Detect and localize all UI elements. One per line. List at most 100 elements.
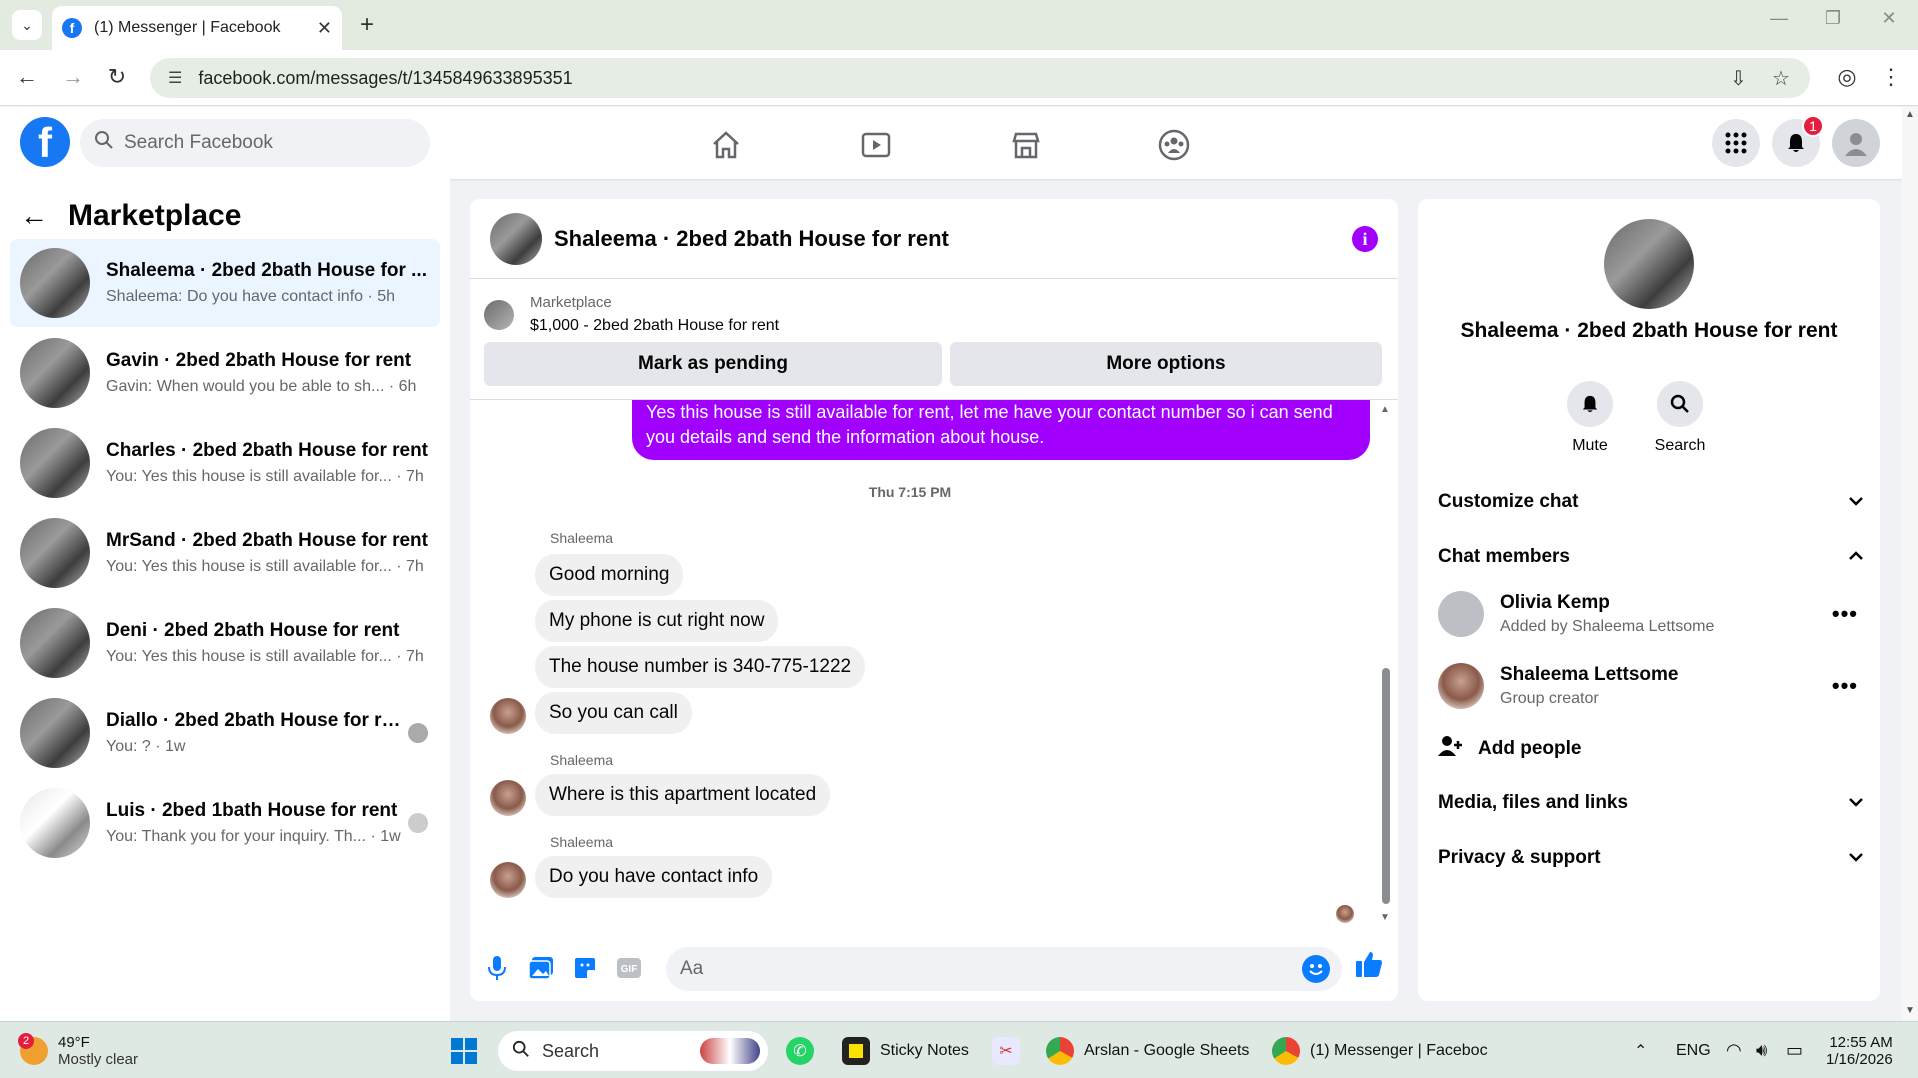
search-chat-button[interactable]: Search xyxy=(1640,381,1720,455)
conversation-item[interactable]: Luis · 2bed 1bath House for rent You: Tha… xyxy=(10,779,440,867)
sticker-icon[interactable] xyxy=(570,953,600,983)
scroll-up-icon[interactable]: ▲ xyxy=(1380,404,1390,415)
video-icon[interactable] xyxy=(856,125,896,165)
browser-tab-bar: ⌄ f (1) Messenger | Facebook ✕ + — ❐ ✕ xyxy=(0,0,1918,50)
emoji-icon[interactable] xyxy=(1302,955,1330,983)
listing-thumbnail xyxy=(20,788,90,858)
mark-as-pending-button[interactable]: Mark as pending xyxy=(484,342,942,386)
marketplace-listing-banner[interactable]: Marketplace $1,000 - 2bed 2bath House fo… xyxy=(484,294,779,335)
sender-avatar[interactable] xyxy=(490,862,526,898)
incoming-message[interactable]: So you can call xyxy=(535,692,692,734)
media-files-links-section[interactable]: Media, files and links xyxy=(1438,792,1868,814)
conversation-item[interactable]: Shaleema · 2bed 2bath House for ... Shale… xyxy=(10,239,440,327)
tab-close-icon[interactable]: ✕ xyxy=(317,18,332,39)
clock[interactable]: 12:55 AM 1/16/2026 xyxy=(1826,1022,1893,1078)
conversation-item[interactable]: Diallo · 2bed 2bath House for rent You: ?… xyxy=(10,689,440,777)
info-icon[interactable]: i xyxy=(1352,226,1378,252)
chat-members-section[interactable]: Chat members xyxy=(1438,546,1868,568)
conversation-preview: You: Yes this house is still available f… xyxy=(106,468,424,485)
privacy-support-section[interactable]: Privacy & support xyxy=(1438,847,1868,869)
microphone-icon[interactable] xyxy=(482,953,512,983)
new-tab-plus-icon[interactable]: + xyxy=(352,10,382,40)
message-input[interactable]: Aa xyxy=(666,947,1342,991)
wifi-icon[interactable]: ◠ xyxy=(1726,1022,1742,1078)
incoming-message[interactable]: Do you have contact info xyxy=(535,856,773,898)
chat-avatar[interactable] xyxy=(490,212,542,265)
minimize-icon[interactable]: — xyxy=(1764,8,1794,29)
scrollbar-thumb[interactable] xyxy=(1382,668,1390,904)
profile-icon[interactable]: ◎ xyxy=(1832,64,1862,90)
scroll-down-icon[interactable]: ▼ xyxy=(1905,1005,1915,1016)
section-label: Media, files and links xyxy=(1438,792,1629,813)
chat-avatar-large xyxy=(1604,219,1694,309)
weather-widget[interactable]: 2 49°F Mostly clear xyxy=(18,1022,138,1078)
back-arrow-icon[interactable]: ← xyxy=(20,200,48,232)
marketplace-label: Marketplace xyxy=(530,294,612,311)
outgoing-message[interactable]: Yes this house is still available for re… xyxy=(632,400,1370,460)
facebook-logo-icon[interactable]: f xyxy=(20,117,70,167)
member-item[interactable]: Shaleema Lettsome Group creator ••• xyxy=(1438,663,1868,709)
windows-taskbar: 2 49°F Mostly clear Search ✆ Sticky Note… xyxy=(0,1021,1918,1078)
more-options-button[interactable]: More options xyxy=(950,342,1382,386)
conversation-name: Diallo · 2bed 2bath House for rent xyxy=(106,710,408,731)
tab-search-chevron-icon[interactable]: ⌄ xyxy=(12,10,42,40)
menu-grid-icon[interactable] xyxy=(1712,119,1760,167)
restore-icon[interactable]: ❐ xyxy=(1818,8,1848,29)
bookmark-star-icon[interactable]: ☆ xyxy=(1772,66,1790,91)
install-app-icon[interactable]: ⇩ xyxy=(1730,66,1747,91)
language-indicator[interactable]: ENG xyxy=(1676,1022,1711,1078)
close-window-icon[interactable]: ✕ xyxy=(1874,8,1904,29)
add-people-button[interactable]: Add people xyxy=(1438,735,1868,763)
photo-icon[interactable] xyxy=(526,953,556,983)
account-avatar[interactable] xyxy=(1832,119,1880,167)
start-button[interactable] xyxy=(450,1022,478,1078)
marketplace-icon[interactable] xyxy=(1006,125,1046,165)
more-options-icon[interactable]: ••• xyxy=(1832,673,1858,699)
conversation-item[interactable]: MrSand · 2bed 2bath House for rent You: Y… xyxy=(10,509,440,597)
sender-avatar[interactable] xyxy=(490,780,526,816)
show-hidden-icons[interactable]: ⌃ xyxy=(1634,1022,1647,1078)
customize-chat-section[interactable]: Customize chat xyxy=(1438,491,1868,513)
facebook-search-input[interactable]: Search Facebook xyxy=(80,119,430,167)
incoming-message[interactable]: My phone is cut right now xyxy=(535,600,779,642)
chat-title[interactable]: Shaleema · 2bed 2bath House for rent xyxy=(554,226,949,252)
browser-menu-icon[interactable]: ⋮ xyxy=(1876,64,1906,90)
chat-scrollbar[interactable]: ▲ ▼ xyxy=(1378,400,1394,930)
scroll-up-icon[interactable]: ▲ xyxy=(1905,109,1915,120)
incoming-message[interactable]: Good morning xyxy=(535,554,684,596)
snipping-tool-taskbar-icon[interactable]: ✂ xyxy=(992,1022,1030,1078)
volume-icon[interactable]: 🔊︎ xyxy=(1756,1022,1767,1078)
sender-avatar[interactable] xyxy=(490,698,526,734)
conversation-item[interactable]: Gavin · 2bed 2bath House for rent Gavin: … xyxy=(10,329,440,417)
url-input[interactable]: ☰ facebook.com/messages/t/13458496338953… xyxy=(150,58,1810,98)
listing-thumbnail xyxy=(20,698,90,768)
url-text: facebook.com/messages/t/1345849633895351 xyxy=(198,67,573,88)
browser-tab-messenger[interactable]: f (1) Messenger | Facebook ✕ xyxy=(52,6,342,50)
incoming-message[interactable]: The house number is 340-775-1222 xyxy=(535,646,866,688)
forward-arrow-icon[interactable]: → xyxy=(58,64,88,90)
reload-icon[interactable]: ↻ xyxy=(102,64,132,90)
member-item[interactable]: Olivia Kemp Added by Shaleema Lettsome •… xyxy=(1438,591,1868,637)
scroll-down-icon[interactable]: ▼ xyxy=(1380,912,1390,923)
back-arrow-icon[interactable]: ← xyxy=(12,64,42,90)
snipping-tool-icon: ✂ xyxy=(992,1036,1020,1065)
battery-icon[interactable]: ▭ xyxy=(1786,1022,1803,1078)
conversation-item[interactable]: Deni · 2bed 2bath House for rent You: Yes… xyxy=(10,599,440,687)
taskbar-search-label: Search xyxy=(542,1040,600,1061)
site-settings-icon[interactable]: ☰ xyxy=(168,68,182,88)
mute-button[interactable]: Mute xyxy=(1550,381,1630,455)
whatsapp-taskbar-icon[interactable]: ✆ xyxy=(786,1022,824,1078)
like-thumb-icon[interactable] xyxy=(1354,949,1384,979)
more-options-icon[interactable]: ••• xyxy=(1832,601,1858,627)
incoming-message[interactable]: Where is this apartment located xyxy=(535,774,831,816)
conversation-item[interactable]: Charles · 2bed 2bath House for rent You: … xyxy=(10,419,440,507)
sticky-notes-taskbar-item[interactable]: Sticky Notes xyxy=(842,1022,969,1078)
taskbar-search-input[interactable]: Search xyxy=(498,1031,768,1071)
notifications-bell-icon[interactable]: 1 xyxy=(1772,115,1824,167)
groups-icon[interactable] xyxy=(1154,125,1194,165)
home-icon[interactable] xyxy=(706,125,746,165)
gif-icon[interactable]: GIF xyxy=(614,953,644,983)
chrome-sheets-taskbar-item[interactable]: Arslan - Google Sheets xyxy=(1046,1022,1249,1078)
chrome-messenger-taskbar-item[interactable]: (1) Messenger | Faceboc xyxy=(1272,1022,1488,1078)
page-scrollbar[interactable]: ▲ ▼ xyxy=(1902,107,1918,1021)
